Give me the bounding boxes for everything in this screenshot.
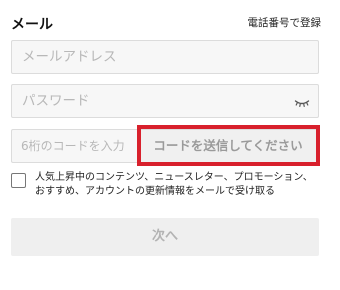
register-with-phone-link[interactable]: 電話番号で登録 <box>248 15 322 30</box>
page-title: メール <box>11 17 53 33</box>
password-field[interactable] <box>11 84 319 118</box>
password-input[interactable] <box>12 85 318 117</box>
signup-form: メール 電話番号で登録 コードを送信してください 人気上昇中のコンテンツ、ニュー… <box>0 0 340 290</box>
newsletter-label-line-1: 人気上昇中のコンテンツ、ニュースレター、プロモーション、 <box>35 172 313 183</box>
email-field[interactable] <box>11 40 319 74</box>
newsletter-label: 人気上昇中のコンテンツ、ニュースレター、プロモーション、 おすすめ、アカウントの… <box>35 171 333 199</box>
eye-closed-icon[interactable] <box>294 95 310 109</box>
verification-code-input[interactable] <box>12 130 137 162</box>
newsletter-checkbox[interactable] <box>11 173 26 188</box>
verification-code-field[interactable] <box>11 129 137 163</box>
email-input[interactable] <box>12 41 318 73</box>
form-header: メール 電話番号で登録 <box>11 13 321 33</box>
next-button[interactable]: 次へ <box>11 218 319 256</box>
newsletter-label-line-2: おすすめ、アカウントの更新情報をメールで受け取る <box>35 186 275 197</box>
send-code-button[interactable]: コードを送信してください <box>137 129 319 163</box>
eye-closed-icon-graphic <box>294 100 310 107</box>
